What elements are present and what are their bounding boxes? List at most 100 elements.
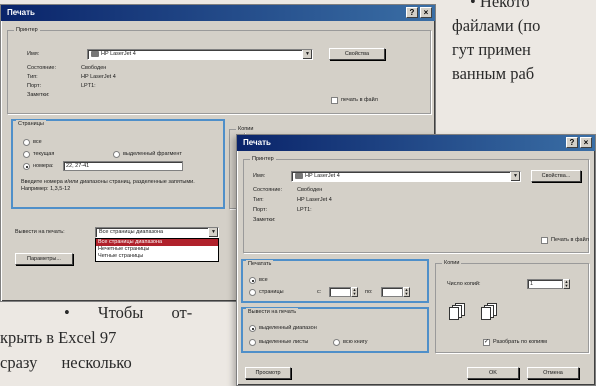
type-label: Тип: <box>27 74 38 80</box>
collate-pages-icon <box>449 303 465 321</box>
radio-whole-book[interactable] <box>333 339 340 346</box>
article-line: сразу несколько <box>0 353 132 372</box>
port-value: LPT1: <box>297 207 312 213</box>
to-label: по: <box>365 289 373 295</box>
radio-selected-sheets[interactable] <box>249 339 256 346</box>
dropdown-option[interactable]: Все страницы диапазона <box>96 239 218 246</box>
radio-all-label: все <box>259 277 268 283</box>
properties-button[interactable]: Свойства... <box>531 170 581 182</box>
article-line: • Некото <box>470 0 530 11</box>
radio-pages-label: страницы <box>259 289 284 295</box>
radio-whole-book-label: всю книгу <box>343 339 368 345</box>
close-button[interactable]: × <box>420 7 432 18</box>
help-button[interactable]: ? <box>566 137 578 148</box>
window-title: Печать <box>243 138 271 147</box>
article-text-top: • Некото файлами (по гут примен ванным р… <box>452 0 596 122</box>
copies-input[interactable]: 1 <box>527 279 563 289</box>
name-label: Имя: <box>27 51 40 57</box>
print-what-dropdown: Все страницы диапазона Нечетные страницы… <box>95 238 219 262</box>
collate-pages-icon <box>481 303 497 321</box>
print-to-file-label: печать в файл <box>341 97 378 103</box>
radio-pages[interactable] <box>249 289 256 296</box>
title-bar[interactable]: Печать ? × <box>1 5 435 21</box>
cancel-button[interactable]: Отмена <box>527 367 579 379</box>
type-value: HP LaserJet 4 <box>297 197 332 203</box>
printer-name-value: HP LaserJet 4 <box>101 51 136 57</box>
article-line: • Чтобы от- <box>64 303 193 322</box>
radio-selected-range-label: выделенный диапазон <box>259 325 317 331</box>
print-what-combo[interactable]: Все страницы диапазона ▼ <box>95 227 219 238</box>
radio-all[interactable] <box>23 139 30 146</box>
type-label: Тип: <box>253 197 264 203</box>
article-text-bottom: • Чтобы от- крыть в Excel 97 сразу неско… <box>0 300 236 386</box>
radio-numbers-label: номера: <box>33 163 54 169</box>
status-value: Свободен <box>297 187 323 193</box>
title-bar[interactable]: Печать ? × <box>237 135 595 151</box>
radio-selected-sheets-label: выделенные листы <box>259 339 309 345</box>
printer-name-combo[interactable]: HP LaserJet 4 ▼ <box>87 49 313 60</box>
group-title: Вывести на печать <box>246 308 299 316</box>
radio-selection-label: выделенный фрагмент <box>123 151 182 157</box>
radio-selection[interactable] <box>113 151 120 158</box>
properties-button[interactable]: Свойства <box>329 48 385 60</box>
article-line: крыть в Excel 97 <box>0 328 117 347</box>
print-dialog-excel: Печать ? × Принтер Имя: HP LaserJet 4 ▼ … <box>236 134 596 386</box>
copies-spinner[interactable]: ▲ ▼ <box>563 279 570 289</box>
group-title: Принтер <box>250 155 276 163</box>
group-title: Копии <box>236 125 256 133</box>
printer-name-value: HP LaserJet 4 <box>305 173 340 179</box>
preview-button[interactable]: Просмотр <box>245 367 291 379</box>
group-title: Принтер <box>14 26 40 34</box>
collate-label: Разобрать по копиям <box>493 339 547 345</box>
radio-numbers[interactable] <box>23 163 30 170</box>
type-value: HP LaserJet 4 <box>81 74 116 80</box>
group-title: Печатать <box>246 260 274 268</box>
copies-label: Число копий: <box>447 281 481 287</box>
chevron-down-icon[interactable]: ▼ <box>208 228 218 237</box>
print-what-label: Вывести на печать: <box>15 229 65 235</box>
radio-all-label: все <box>33 139 42 145</box>
article-line: ванным раб <box>452 64 535 83</box>
comment-label: Заметки: <box>27 92 50 98</box>
name-label: Имя: <box>253 173 266 179</box>
help-button[interactable]: ? <box>406 7 418 18</box>
article-line: файлами (по <box>452 16 541 35</box>
status-value: Свободен <box>81 65 107 71</box>
radio-current-label: текущая <box>33 151 55 157</box>
collate-checkbox[interactable]: ✓ <box>483 339 490 346</box>
print-to-file-checkbox[interactable] <box>331 97 338 104</box>
radio-current[interactable] <box>23 151 30 158</box>
from-page-input[interactable] <box>329 287 351 297</box>
chevron-down-icon[interactable]: ▼ <box>510 172 520 181</box>
port-label: Порт: <box>253 207 267 213</box>
group-title: Копии <box>442 259 462 267</box>
port-value: LPT1: <box>81 83 96 89</box>
to-page-spinner[interactable]: ▲ ▼ <box>403 287 410 297</box>
window-title: Печать <box>7 8 35 17</box>
comment-label: Заметки: <box>253 217 276 223</box>
chevron-down-icon[interactable]: ▼ <box>302 50 312 59</box>
print-to-file-checkbox[interactable] <box>541 237 548 244</box>
radio-all[interactable] <box>249 277 256 284</box>
group-title: Страницы <box>16 120 46 128</box>
status-label: Состояние: <box>253 187 282 193</box>
from-page-spinner[interactable]: ▲ ▼ <box>351 287 358 297</box>
status-label: Состояние: <box>27 65 56 71</box>
printer-icon <box>295 172 303 179</box>
print-what-value: Все страницы диапазона <box>99 229 164 235</box>
printer-icon <box>91 50 99 57</box>
close-button[interactable]: × <box>580 137 592 148</box>
ok-button[interactable]: OK <box>467 367 519 379</box>
printer-name-combo[interactable]: HP LaserJet 4 ▼ <box>291 171 521 182</box>
port-label: Порт: <box>27 83 41 89</box>
dropdown-option[interactable]: Четные страницы <box>96 253 218 260</box>
from-label: с: <box>317 289 322 295</box>
pages-hint: Введите номера и/или диапазоны страниц, … <box>21 179 195 192</box>
options-button[interactable]: Параметры... <box>15 253 73 265</box>
dropdown-option[interactable]: Нечетные страницы <box>96 246 218 253</box>
article-line: гут примен <box>452 40 531 59</box>
print-to-file-label: Печать в файл <box>551 237 589 243</box>
to-page-input[interactable] <box>381 287 403 297</box>
radio-selected-range[interactable] <box>249 325 256 332</box>
page-numbers-input[interactable]: 22, 27-41 <box>63 161 183 171</box>
